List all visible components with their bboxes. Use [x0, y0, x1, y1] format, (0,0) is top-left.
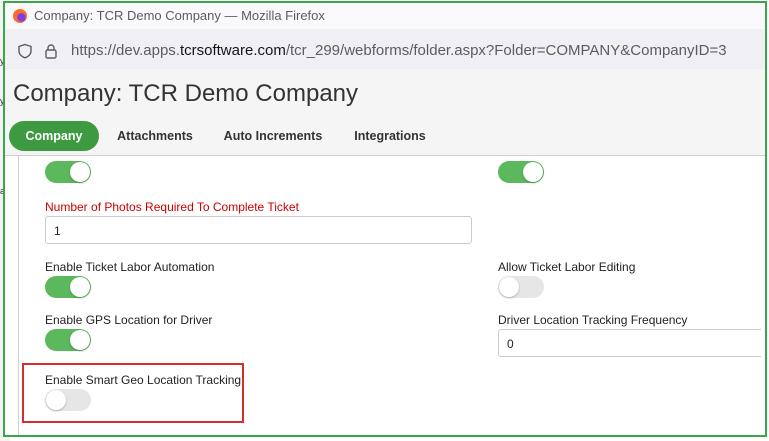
- tab-company[interactable]: Company: [9, 121, 99, 151]
- toggle-knob: [70, 162, 90, 182]
- top-left-toggle[interactable]: [45, 161, 91, 183]
- toggle-knob: [499, 277, 519, 297]
- gps-location-label: Enable GPS Location for Driver: [45, 313, 213, 327]
- toggle-knob: [70, 277, 90, 297]
- page-content: Company: TCR Demo Company Company Attach…: [5, 69, 765, 435]
- toggle-knob: [70, 330, 90, 350]
- tab-bar: Company Attachments Auto Increments Inte…: [5, 117, 765, 156]
- tracking-frequency-input[interactable]: 0: [498, 329, 761, 357]
- tab-auto-increments[interactable]: Auto Increments: [213, 121, 333, 151]
- toggle-knob: [46, 390, 66, 410]
- tab-attachments[interactable]: Attachments: [105, 121, 205, 151]
- tab-integrations[interactable]: Integrations: [343, 121, 437, 151]
- url-path: /tcr_299/webforms/folder.aspx?Folder=COM…: [285, 42, 727, 59]
- ticket-labor-automation-toggle[interactable]: [45, 276, 91, 298]
- smart-geo-toggle[interactable]: [45, 389, 91, 411]
- ticket-labor-automation-label: Enable Ticket Labor Automation: [45, 260, 215, 274]
- url-prefix: https://dev.apps.: [71, 42, 180, 59]
- firefox-logo-icon: [13, 9, 27, 23]
- lock-icon[interactable]: [43, 43, 59, 64]
- url-text[interactable]: https://dev.apps.tcrsoftware.com/tcr_299…: [71, 42, 727, 59]
- ticket-labor-editing-toggle[interactable]: [498, 276, 544, 298]
- tracking-frequency-label: Driver Location Tracking Frequency: [498, 313, 688, 327]
- url-host: tcrsoftware.com: [179, 42, 286, 59]
- window-title: Company: TCR Demo Company — Mozilla Fire…: [34, 8, 325, 23]
- ticket-labor-editing-label: Allow Ticket Labor Editing: [498, 260, 636, 274]
- photos-required-input[interactable]: 1: [45, 216, 472, 244]
- window-titlebar: Company: TCR Demo Company — Mozilla Fire…: [5, 3, 765, 29]
- company-settings-form: Number of Photos Required To Complete Ti…: [18, 156, 761, 435]
- browser-window: Company: TCR Demo Company — Mozilla Fire…: [3, 1, 767, 437]
- page-title: Company: TCR Demo Company: [13, 80, 359, 107]
- url-bar[interactable]: https://dev.apps.tcrsoftware.com/tcr_299…: [9, 35, 761, 65]
- toggle-knob: [523, 162, 543, 182]
- navigation-toolbar: https://dev.apps.tcrsoftware.com/tcr_299…: [5, 29, 765, 69]
- page-header: Company: TCR Demo Company: [5, 69, 765, 117]
- smart-geo-label: Enable Smart Geo Location Tracking: [45, 373, 242, 387]
- shield-icon[interactable]: [17, 43, 33, 64]
- top-right-toggle[interactable]: [498, 161, 544, 183]
- photos-required-label: Number of Photos Required To Complete Ti…: [45, 200, 299, 214]
- gps-location-toggle[interactable]: [45, 329, 91, 351]
